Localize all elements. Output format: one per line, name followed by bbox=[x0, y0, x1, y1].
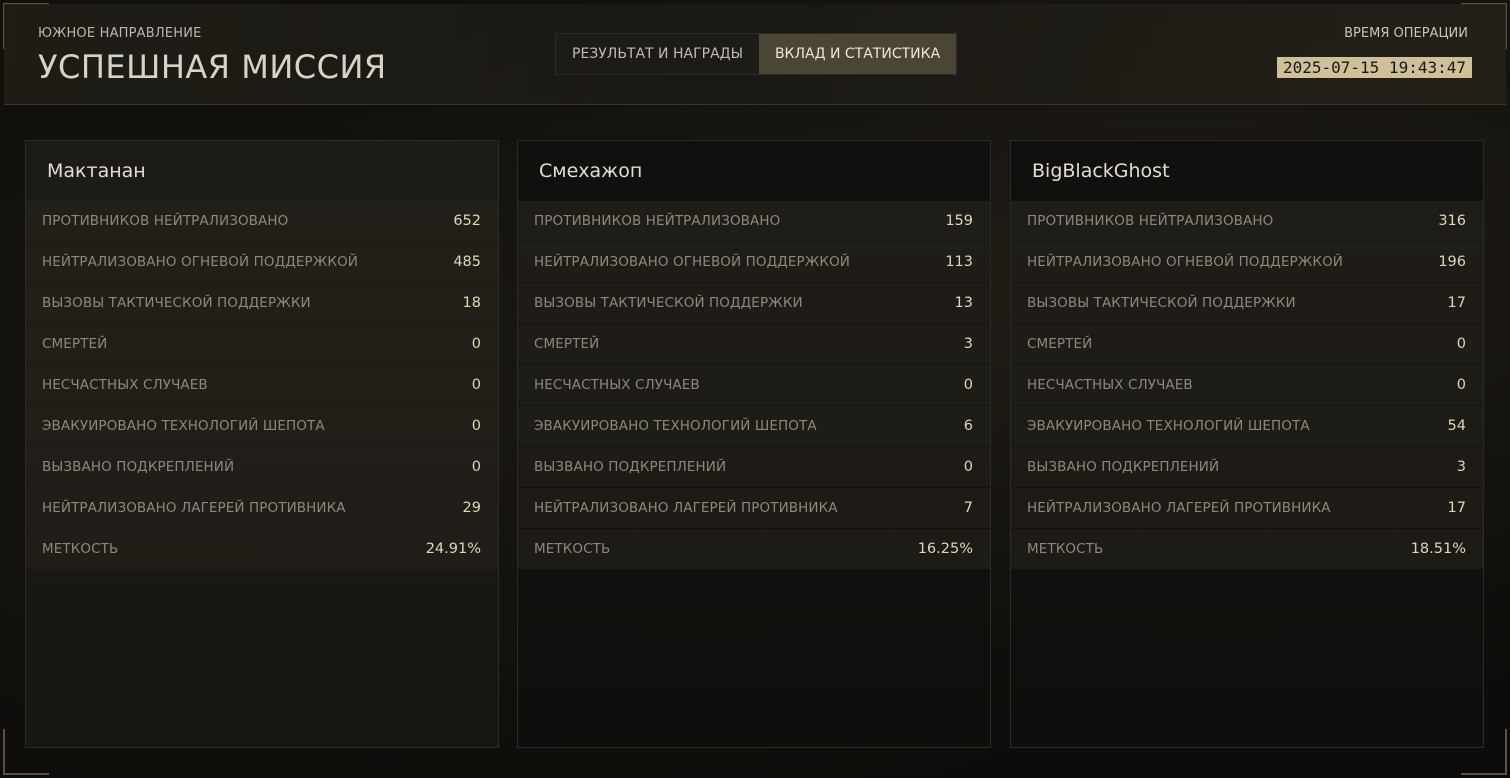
mission-title: УСПЕШНАЯ МИССИЯ bbox=[38, 48, 387, 86]
stat-label: ВЫЗОВЫ ТАКТИЧЕСКОЙ ПОДДЕРЖКИ bbox=[42, 295, 311, 311]
stat-value: 113 bbox=[945, 254, 973, 270]
stat-row-accidents: НЕСЧАСТНЫХ СЛУЧАЕВ 0 bbox=[1011, 365, 1483, 405]
stat-value: 0 bbox=[471, 336, 481, 352]
stat-value: 16.25% bbox=[917, 541, 973, 557]
player-card: Смехажоп ПРОТИВНИКОВ НЕЙТРАЛИЗОВАНО 159 Н… bbox=[517, 140, 991, 748]
stat-row-reinforcements: ВЫЗВАНО ПОДКРЕПЛЕНИЙ 3 bbox=[1011, 447, 1483, 487]
stat-label: ЭВАКУИРОВАНО ТЕХНОЛОГИЙ ШЕПОТА bbox=[42, 418, 325, 434]
stat-label: МЕТКОСТЬ bbox=[42, 541, 119, 557]
player-card: BigBlackGhost ПРОТИВНИКОВ НЕЙТРАЛИЗОВАНО… bbox=[1010, 140, 1484, 748]
stat-row-tactical-calls: ВЫЗОВЫ ТАКТИЧЕСКОЙ ПОДДЕРЖКИ 13 bbox=[518, 283, 990, 323]
stat-value: 652 bbox=[453, 213, 481, 229]
stat-value: 0 bbox=[471, 418, 481, 434]
stat-row-accidents: НЕСЧАСТНЫХ СЛУЧАЕВ 0 bbox=[26, 365, 498, 405]
stat-label: НЕСЧАСТНЫХ СЛУЧАЕВ bbox=[42, 377, 208, 393]
stat-row-fire-support-kills: НЕЙТРАЛИЗОВАНО ОГНЕВОЙ ПОДДЕРЖКОЙ 113 bbox=[518, 242, 990, 282]
stat-label: НЕЙТРАЛИЗОВАНО ОГНЕВОЙ ПОДДЕРЖКОЙ bbox=[1027, 254, 1344, 270]
stat-row-camps: НЕЙТРАЛИЗОВАНО ЛАГЕРЕЙ ПРОТИВНИКА 29 bbox=[26, 488, 498, 528]
stat-label: НЕЙТРАЛИЗОВАНО ЛАГЕРЕЙ ПРОТИВНИКА bbox=[1027, 500, 1331, 516]
operation-time-value: 2025-07-15 19:43:47 bbox=[1276, 57, 1472, 78]
stat-row-enemies-killed: ПРОТИВНИКОВ НЕЙТРАЛИЗОВАНО 652 bbox=[26, 201, 498, 241]
stat-value: 159 bbox=[945, 213, 973, 229]
stat-value: 24.91% bbox=[425, 541, 481, 557]
stat-label: ВЫЗВАНО ПОДКРЕПЛЕНИЙ bbox=[534, 459, 727, 475]
mission-results-screen: ЮЖНОЕ НАПРАВЛЕНИЕ УСПЕШНАЯ МИССИЯ РЕЗУЛЬ… bbox=[0, 0, 1510, 778]
stat-label: НЕСЧАСТНЫХ СЛУЧАЕВ bbox=[1027, 377, 1193, 393]
stat-row-deaths: СМЕРТЕЙ 0 bbox=[1011, 324, 1483, 364]
stat-row-whisper-tech: ЭВАКУИРОВАНО ТЕХНОЛОГИЙ ШЕПОТА 54 bbox=[1011, 406, 1483, 446]
stat-label: ЭВАКУИРОВАНО ТЕХНОЛОГИЙ ШЕПОТА bbox=[1027, 418, 1310, 434]
stats-list: ПРОТИВНИКОВ НЕЙТРАЛИЗОВАНО 652 НЕЙТРАЛИЗО… bbox=[26, 201, 498, 569]
stat-row-accuracy: МЕТКОСТЬ 18.51% bbox=[1011, 529, 1483, 569]
player-name: Мактанан bbox=[26, 141, 498, 201]
stat-row-whisper-tech: ЭВАКУИРОВАНО ТЕХНОЛОГИЙ ШЕПОТА 0 bbox=[26, 406, 498, 446]
operation-time-label: ВРЕМЯ ОПЕРАЦИИ bbox=[1344, 26, 1468, 41]
stat-row-tactical-calls: ВЫЗОВЫ ТАКТИЧЕСКОЙ ПОДДЕРЖКИ 17 bbox=[1011, 283, 1483, 323]
player-name: BigBlackGhost bbox=[1011, 141, 1483, 201]
stat-value: 485 bbox=[453, 254, 481, 270]
tab-results-rewards[interactable]: РЕЗУЛЬТАТ И НАГРАДЫ bbox=[556, 34, 759, 74]
stat-value: 0 bbox=[963, 459, 973, 475]
stat-value: 7 bbox=[963, 500, 973, 516]
stat-value: 196 bbox=[1438, 254, 1466, 270]
stats-list: ПРОТИВНИКОВ НЕЙТРАЛИЗОВАНО 316 НЕЙТРАЛИЗО… bbox=[1011, 201, 1483, 569]
stat-row-tactical-calls: ВЫЗОВЫ ТАКТИЧЕСКОЙ ПОДДЕРЖКИ 18 bbox=[26, 283, 498, 323]
stat-label: ПРОТИВНИКОВ НЕЙТРАЛИЗОВАНО bbox=[42, 213, 289, 229]
header-bar: ЮЖНОЕ НАПРАВЛЕНИЕ УСПЕШНАЯ МИССИЯ РЕЗУЛЬ… bbox=[4, 4, 1506, 105]
stat-row-reinforcements: ВЫЗВАНО ПОДКРЕПЛЕНИЙ 0 bbox=[518, 447, 990, 487]
stat-label: ПРОТИВНИКОВ НЕЙТРАЛИЗОВАНО bbox=[534, 213, 781, 229]
stat-row-reinforcements: ВЫЗВАНО ПОДКРЕПЛЕНИЙ 0 bbox=[26, 447, 498, 487]
stat-value: 0 bbox=[963, 377, 973, 393]
stat-value: 17 bbox=[1447, 295, 1466, 311]
stat-value: 3 bbox=[963, 336, 973, 352]
stat-label: ВЫЗОВЫ ТАКТИЧЕСКОЙ ПОДДЕРЖКИ bbox=[1027, 295, 1296, 311]
stat-label: ПРОТИВНИКОВ НЕЙТРАЛИЗОВАНО bbox=[1027, 213, 1274, 229]
stat-label: НЕЙТРАЛИЗОВАНО ЛАГЕРЕЙ ПРОТИВНИКА bbox=[42, 500, 346, 516]
stat-value: 18 bbox=[462, 295, 481, 311]
tab-contribution-stats[interactable]: ВКЛАД И СТАТИСТИКА bbox=[758, 34, 957, 74]
stat-value: 3 bbox=[1456, 459, 1466, 475]
stat-label: СМЕРТЕЙ bbox=[534, 336, 600, 352]
stat-label: ЭВАКУИРОВАНО ТЕХНОЛОГИЙ ШЕПОТА bbox=[534, 418, 817, 434]
stat-value: 18.51% bbox=[1410, 541, 1466, 557]
stat-value: 316 bbox=[1438, 213, 1466, 229]
stat-value: 17 bbox=[1447, 500, 1466, 516]
stat-value: 54 bbox=[1447, 418, 1466, 434]
stat-value: 0 bbox=[1456, 336, 1466, 352]
stat-value: 13 bbox=[954, 295, 973, 311]
stat-value: 0 bbox=[1456, 377, 1466, 393]
stat-value: 29 bbox=[462, 500, 481, 516]
stat-label: НЕЙТРАЛИЗОВАНО ОГНЕВОЙ ПОДДЕРЖКОЙ bbox=[534, 254, 851, 270]
stat-row-accidents: НЕСЧАСТНЫХ СЛУЧАЕВ 0 bbox=[518, 365, 990, 405]
stat-label: МЕТКОСТЬ bbox=[534, 541, 611, 557]
stat-row-fire-support-kills: НЕЙТРАЛИЗОВАНО ОГНЕВОЙ ПОДДЕРЖКОЙ 485 bbox=[26, 242, 498, 282]
stat-row-deaths: СМЕРТЕЙ 0 bbox=[26, 324, 498, 364]
region-label: ЮЖНОЕ НАПРАВЛЕНИЕ bbox=[38, 26, 202, 41]
stat-row-camps: НЕЙТРАЛИЗОВАНО ЛАГЕРЕЙ ПРОТИВНИКА 7 bbox=[518, 488, 990, 528]
stat-label: ВЫЗВАНО ПОДКРЕПЛЕНИЙ bbox=[1027, 459, 1220, 475]
stat-value: 0 bbox=[471, 377, 481, 393]
player-name: Смехажоп bbox=[518, 141, 990, 201]
stat-label: СМЕРТЕЙ bbox=[1027, 336, 1093, 352]
stat-label: МЕТКОСТЬ bbox=[1027, 541, 1104, 557]
stat-row-fire-support-kills: НЕЙТРАЛИЗОВАНО ОГНЕВОЙ ПОДДЕРЖКОЙ 196 bbox=[1011, 242, 1483, 282]
stat-value: 0 bbox=[471, 459, 481, 475]
stat-row-deaths: СМЕРТЕЙ 3 bbox=[518, 324, 990, 364]
stat-label: НЕСЧАСТНЫХ СЛУЧАЕВ bbox=[534, 377, 700, 393]
stat-row-whisper-tech: ЭВАКУИРОВАНО ТЕХНОЛОГИЙ ШЕПОТА 6 bbox=[518, 406, 990, 446]
stat-row-accuracy: МЕТКОСТЬ 16.25% bbox=[518, 529, 990, 569]
stat-row-enemies-killed: ПРОТИВНИКОВ НЕЙТРАЛИЗОВАНО 316 bbox=[1011, 201, 1483, 241]
stats-list: ПРОТИВНИКОВ НЕЙТРАЛИЗОВАНО 159 НЕЙТРАЛИЗО… bbox=[518, 201, 990, 569]
stat-label: СМЕРТЕЙ bbox=[42, 336, 108, 352]
stat-label: ВЫЗВАНО ПОДКРЕПЛЕНИЙ bbox=[42, 459, 235, 475]
stat-label: НЕЙТРАЛИЗОВАНО ОГНЕВОЙ ПОДДЕРЖКОЙ bbox=[42, 254, 359, 270]
stat-row-camps: НЕЙТРАЛИЗОВАНО ЛАГЕРЕЙ ПРОТИВНИКА 17 bbox=[1011, 488, 1483, 528]
tab-bar: РЕЗУЛЬТАТ И НАГРАДЫ ВКЛАД И СТАТИСТИКА bbox=[555, 33, 958, 75]
stat-label: ВЫЗОВЫ ТАКТИЧЕСКОЙ ПОДДЕРЖКИ bbox=[534, 295, 803, 311]
stat-row-accuracy: МЕТКОСТЬ 24.91% bbox=[26, 529, 498, 569]
stat-row-enemies-killed: ПРОТИВНИКОВ НЕЙТРАЛИЗОВАНО 159 bbox=[518, 201, 990, 241]
stat-label: НЕЙТРАЛИЗОВАНО ЛАГЕРЕЙ ПРОТИВНИКА bbox=[534, 500, 838, 516]
stat-value: 6 bbox=[963, 418, 973, 434]
player-card: Мактанан ПРОТИВНИКОВ НЕЙТРАЛИЗОВАНО 652 Н… bbox=[25, 140, 499, 748]
